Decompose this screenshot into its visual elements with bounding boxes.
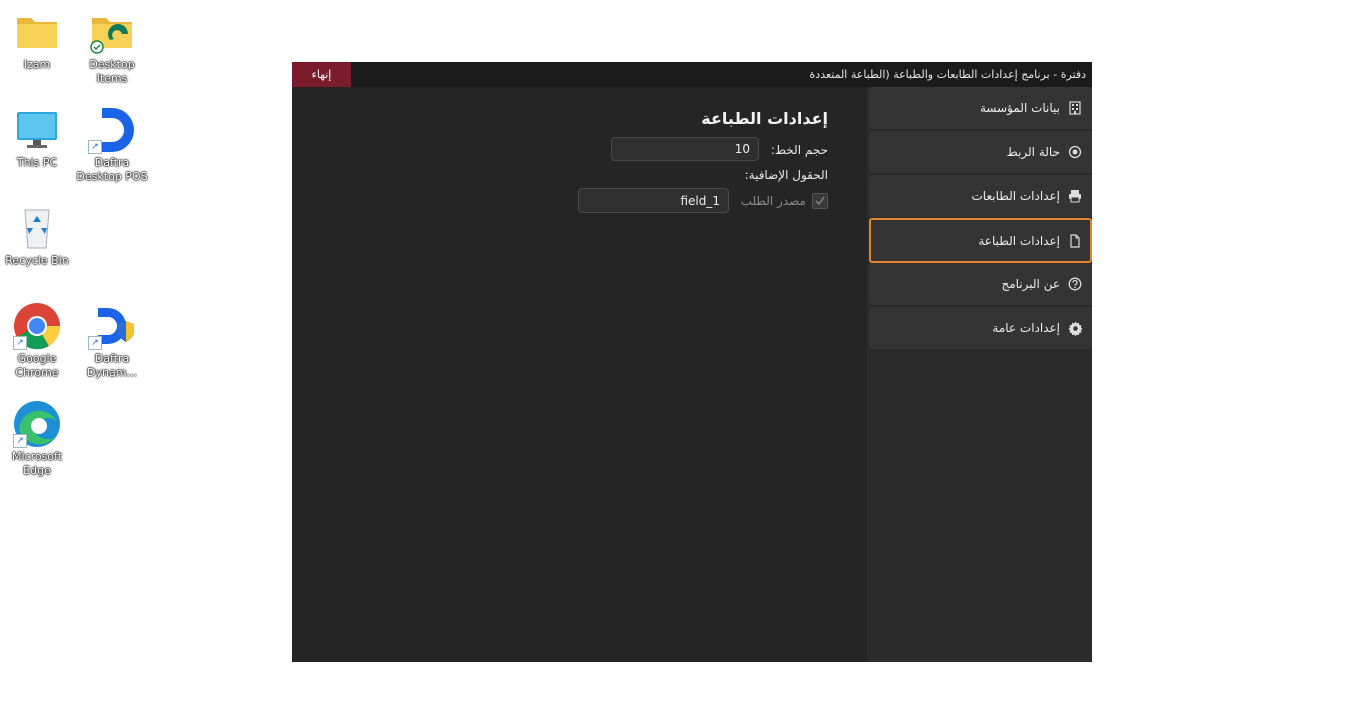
desktop-icon-daftra-pos[interactable]: ↗ Daftra Desktop POS	[75, 106, 149, 184]
sidebar-item-about[interactable]: عن البرنامج	[869, 263, 1092, 305]
sidebar-item-printers[interactable]: إعدادات الطابعات	[869, 175, 1092, 217]
desktop-icon-desktop-items[interactable]: Desktop Items	[75, 8, 149, 86]
sidebar-item-label: بيانات المؤسسة	[979, 101, 1060, 115]
title-bar: إنهاء دفترة - برنامج إعدادات الطابعات وا…	[292, 62, 1092, 87]
desktop-icon-label: Recycle Bin	[5, 254, 69, 267]
sidebar-item-connection-status[interactable]: حالة الربط	[869, 131, 1092, 173]
desktop-icon-label: This PC	[16, 156, 58, 169]
app-window: إنهاء دفترة - برنامج إعدادات الطابعات وا…	[292, 62, 1092, 662]
shortcut-arrow-icon: ↗	[88, 140, 102, 154]
desktop-icon-label: Desktop Items	[89, 58, 135, 85]
sidebar-item-general-settings[interactable]: إعدادات عامة	[869, 307, 1092, 349]
sidebar-item-organization[interactable]: بيانات المؤسسة	[869, 87, 1092, 129]
desktop-icon-chrome[interactable]: ↗ Google Chrome	[0, 302, 74, 380]
page-title: إعدادات الطباعة	[701, 109, 828, 128]
monitor-icon	[13, 106, 61, 154]
extra-field-input[interactable]	[578, 188, 729, 213]
desktop-icon-izam[interactable]: Izam	[0, 8, 74, 72]
desktop-icon-label: Daftra Desktop POS	[76, 156, 148, 183]
sidebar: بيانات المؤسسة حالة الربط إعدادات الطابع…	[867, 87, 1092, 662]
extra-fields-label: الحقول الإضافية:	[744, 168, 828, 182]
font-size-input[interactable]	[611, 137, 759, 161]
desktop-icon-daftra-dynamics[interactable]: ↗ Daftra Dynam...	[75, 302, 149, 380]
desktop-icon-recycle-bin[interactable]: Recycle Bin	[0, 204, 74, 268]
chrome-icon: ↗	[13, 302, 61, 350]
daftra-dynamics-icon: ↗	[88, 302, 136, 350]
shortcut-arrow-icon: ↗	[88, 336, 102, 350]
sidebar-item-label: إعدادات الطباعة	[978, 233, 1060, 248]
recycle-bin-icon	[13, 204, 61, 252]
request-source-option[interactable]: مصدر الطلب	[741, 193, 828, 209]
window-title: دفترة - برنامج إعدادات الطابعات والطباعة…	[809, 68, 1086, 81]
folder-synced-icon	[88, 8, 136, 56]
desktop-icon-label: Microsoft Edge	[11, 450, 63, 477]
document-icon	[1066, 232, 1084, 250]
checkmark-icon	[815, 196, 825, 206]
desktop-icon-label: Google Chrome	[15, 352, 59, 379]
sidebar-item-label: إعدادات عامة	[992, 321, 1060, 335]
sidebar-item-label: حالة الربط	[1006, 145, 1060, 159]
quit-button[interactable]: إنهاء	[292, 62, 351, 87]
shortcut-arrow-icon: ↗	[13, 336, 27, 350]
desktop-icon-label: Daftra Dynam...	[87, 352, 137, 379]
request-source-checkbox[interactable]	[812, 193, 828, 209]
shortcut-arrow-icon: ↗	[13, 434, 27, 448]
request-source-label: مصدر الطلب	[740, 194, 806, 208]
sidebar-item-label: إعدادات الطابعات	[971, 189, 1061, 203]
printer-icon	[1066, 187, 1084, 205]
desktop-icon-edge[interactable]: ↗ Microsoft Edge	[0, 400, 74, 478]
desktop-icon-this-pc[interactable]: This PC	[0, 106, 74, 170]
sidebar-item-label: عن البرنامج	[1001, 277, 1060, 291]
main-content: إعدادات الطباعة حجم الخط: الحقول الإضافي…	[292, 87, 866, 662]
radio-dot-icon	[1066, 143, 1084, 161]
help-icon	[1066, 275, 1084, 293]
desktop-icon-label: Izam	[23, 58, 51, 71]
edge-icon: ↗	[13, 400, 61, 448]
gear-icon	[1066, 319, 1084, 337]
font-size-label: حجم الخط:	[770, 143, 828, 157]
building-icon	[1066, 99, 1084, 117]
daftra-icon: ↗	[88, 106, 136, 154]
folder-icon	[13, 8, 61, 56]
sidebar-item-print-settings[interactable]: إعدادات الطباعة	[869, 218, 1092, 263]
